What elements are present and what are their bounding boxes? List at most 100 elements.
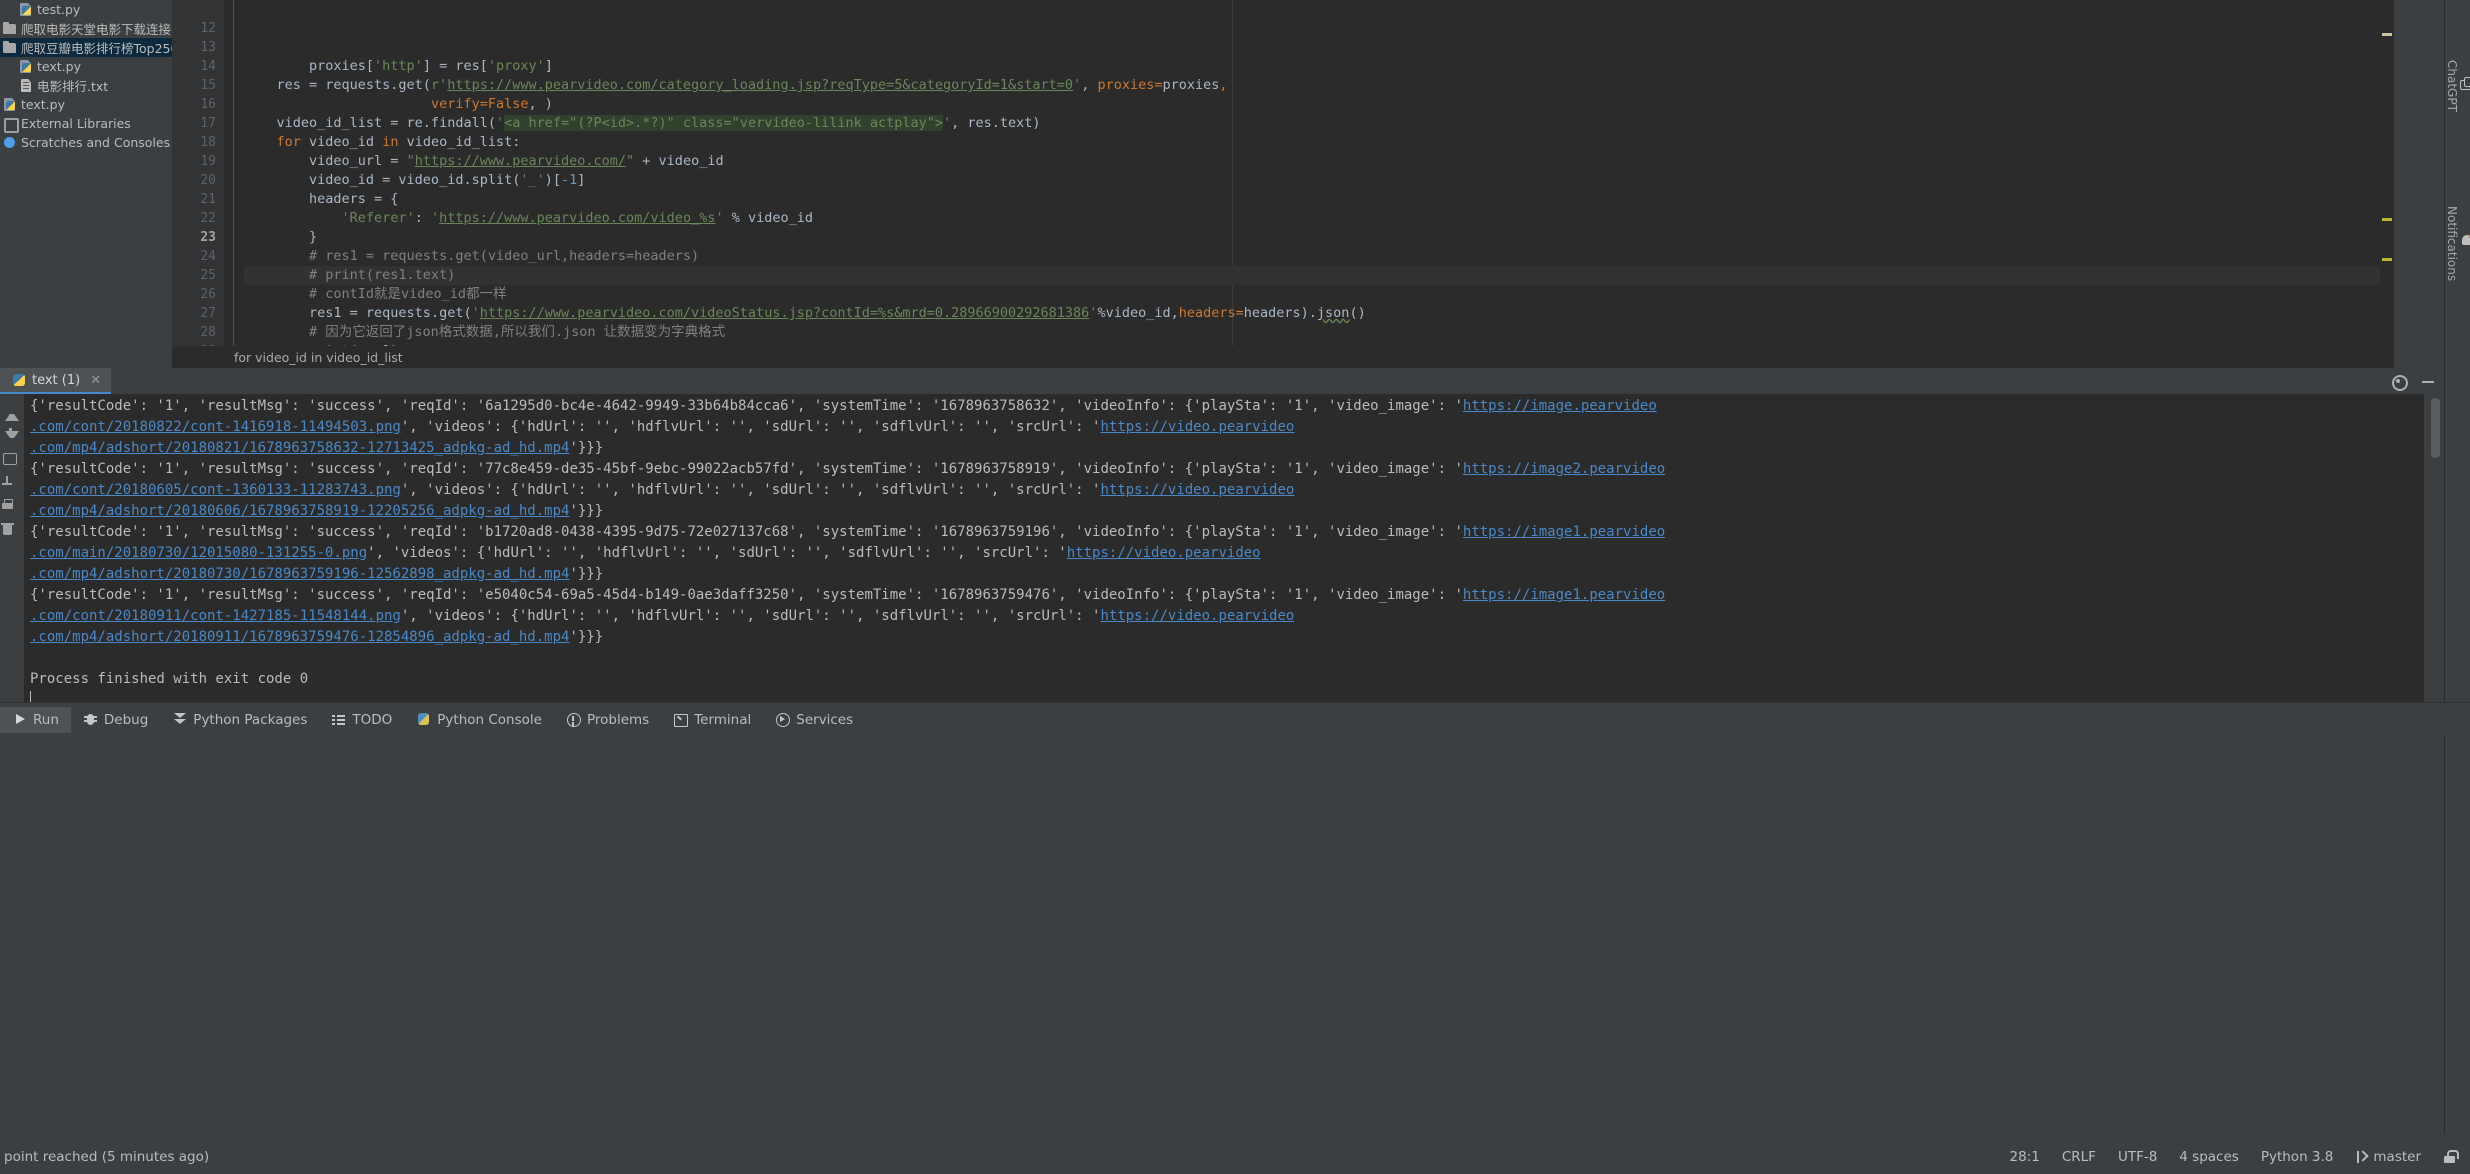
tool-window-chatgpt[interactable]: ChatGPT	[2445, 18, 2470, 148]
tree-item[interactable]: text.py	[0, 95, 172, 114]
code-line[interactable]: 19 headers = {	[172, 133, 2394, 207]
console-scrollbar[interactable]	[2431, 398, 2440, 458]
console-link[interactable]: .com/cont/20180605/cont-1360133-11283743…	[30, 482, 401, 498]
stripe-marker[interactable]	[2382, 33, 2392, 36]
run-tab[interactable]: text (1) ✕	[0, 368, 112, 394]
stripe-marker[interactable]	[2382, 218, 2392, 221]
error-stripe-gutter[interactable]	[2380, 0, 2394, 368]
bottom-tab-problems[interactable]: Problems	[554, 707, 661, 733]
tree-item[interactable]: External Libraries	[0, 114, 172, 133]
console-text: '}}}	[569, 629, 604, 645]
code-line-current[interactable]: 23 # print(res1.text)	[172, 209, 2394, 285]
run-tool-window[interactable]: text (1) ✕ {'resultCode': '1', 'resultMs…	[0, 368, 2444, 702]
stripe-marker[interactable]	[2382, 258, 2392, 261]
right-tool-strip[interactable]: ChatGPT Notifications	[2444, 0, 2470, 1134]
python-interpreter[interactable]: Python 3.8	[2261, 1149, 2334, 1165]
tree-item-label: External Libraries	[21, 116, 131, 131]
tree-item[interactable]: test.py	[0, 0, 172, 19]
console-link[interactable]: https://image2.pearvideo	[1463, 461, 1665, 477]
code-line[interactable]: 15 video_id_list = re.findall('<a href="…	[172, 57, 2394, 131]
console-link[interactable]: https://image1.pearvideo	[1463, 524, 1665, 540]
console-caret-line[interactable]	[30, 690, 2424, 702]
code-line[interactable]: 22 # res1 = requests.get(video_url,heade…	[172, 190, 2394, 264]
code-line[interactable]: 24 # contId就是video_id都一样	[172, 228, 2394, 302]
run-header-actions[interactable]	[2390, 368, 2436, 394]
tree-item[interactable]: text.py	[0, 57, 172, 76]
line-separator[interactable]: CRLF	[2062, 1149, 2096, 1165]
console-link[interactable]: .com/mp4/adshort/20180911/1678963759476-…	[30, 629, 569, 645]
bottom-tab-debug[interactable]: Debug	[71, 707, 160, 733]
run-panel-sidebar[interactable]	[0, 394, 24, 702]
lock-icon[interactable]	[2443, 1150, 2459, 1164]
scratch-icon	[2, 135, 17, 150]
console-text: Process finished with exit code 0	[30, 671, 309, 687]
print-icon[interactable]	[0, 498, 24, 522]
caret-position[interactable]: 28:1	[2010, 1149, 2040, 1165]
tree-item[interactable]: Scratches and Consoles	[0, 133, 172, 152]
console-text: ', 'videos': {'hdUrl': '', 'hdflvUrl': '…	[367, 545, 1067, 561]
play-icon	[12, 712, 27, 727]
console-text: ', 'videos': {'hdUrl': '', 'hdflvUrl': '…	[400, 608, 1101, 624]
bottom-tab-label: Services	[796, 711, 854, 728]
console-link[interactable]: .com/mp4/adshort/20180821/1678963758632-…	[30, 440, 569, 456]
tree-item[interactable]: 爬取电影天堂电影下载连接	[0, 19, 172, 38]
console-link[interactable]: .com/mp4/adshort/20180730/1678963759196-…	[30, 566, 569, 582]
scroll-to-end-icon[interactable]	[0, 474, 24, 498]
bottom-tool-bar[interactable]: Run Debug Python Packages TODO Python Consol…	[0, 702, 2470, 736]
bottom-tab-run[interactable]: Run	[0, 706, 71, 733]
bottom-tab-terminal[interactable]: Terminal	[661, 707, 763, 733]
packages-icon	[172, 712, 187, 727]
minimize-icon[interactable]	[2420, 373, 2436, 389]
clear-all-icon[interactable]	[0, 522, 24, 546]
code-line[interactable]: 27 print(res1)	[172, 285, 2394, 359]
console-link[interactable]: https://video.pearvideo	[1067, 545, 1261, 561]
tree-item-label: 爬取豆瓣电影排行榜Top250	[21, 41, 172, 56]
status-bar-right[interactable]: 28:1 CRLF UTF-8 4 spaces Python 3.8 mast…	[2010, 1149, 2470, 1165]
code-line[interactable]: 14 verify=False, )	[172, 38, 2394, 112]
git-branch[interactable]: master	[2355, 1149, 2421, 1165]
code-line[interactable]: 20 'Referer': 'https://www.pearvideo.com…	[172, 152, 2394, 226]
breadcrumb[interactable]: for video_id in video_id_list	[172, 346, 2394, 368]
bottom-tab-python-console[interactable]: Python Console	[404, 707, 554, 733]
services-icon	[775, 712, 791, 727]
console-link[interactable]: .com/cont/20180822/cont-1416918-11494503…	[30, 419, 401, 435]
code-editor[interactable]: 12 proxies['http'] = res['proxy'] 13 res…	[172, 0, 2394, 368]
tree-item[interactable]: 电影排行.txt	[0, 76, 172, 95]
run-panel-header[interactable]: text (1) ✕	[0, 368, 2444, 394]
bottom-tab-label: Python Console	[437, 711, 542, 728]
close-icon[interactable]: ✕	[90, 373, 101, 388]
bottom-tab-services[interactable]: Services	[763, 707, 865, 733]
code-lines[interactable]: 12 proxies['http'] = res['proxy'] 13 res…	[172, 0, 2394, 359]
console-link[interactable]: https://video.pearvideo	[1100, 419, 1294, 435]
code-line[interactable]: 13 res = requests.get(r'https://www.pear…	[172, 19, 2394, 93]
tree-item[interactable]: 爬取豆瓣电影排行榜Top250	[0, 38, 172, 57]
code-line[interactable]: 28	[172, 304, 2394, 340]
console-output[interactable]: {'resultCode': '1', 'resultMsg': 'succes…	[24, 394, 2424, 702]
code-line[interactable]: 18 video_id = video_id.split('_')[-1]	[172, 114, 2394, 188]
code-line[interactable]: 12 proxies['http'] = res['proxy']	[172, 0, 2394, 74]
indent-setting[interactable]: 4 spaces	[2179, 1149, 2239, 1165]
console-text: {'resultCode': '1', 'resultMsg': 'succes…	[30, 398, 1463, 414]
console-link[interactable]: https://image.pearvideo	[1463, 398, 1657, 414]
console-link[interactable]: https://image1.pearvideo	[1463, 587, 1665, 603]
code-line[interactable]: 17 video_url = "https://www.pearvideo.co…	[172, 95, 2394, 169]
console-link[interactable]: .com/mp4/adshort/20180606/1678963758919-…	[30, 503, 569, 519]
scroll-up-icon[interactable]	[0, 402, 24, 426]
bottom-tab-python-packages[interactable]: Python Packages	[160, 707, 319, 733]
console-link[interactable]: https://video.pearvideo	[1100, 608, 1294, 624]
console-link[interactable]: https://video.pearvideo	[1100, 482, 1294, 498]
code-line[interactable]: 25 res1 = requests.get('https://www.pear…	[172, 247, 2394, 321]
bottom-tab-todo[interactable]: TODO	[319, 707, 404, 733]
console-link[interactable]: .com/main/20180730/12015080-131255-0.png	[30, 545, 367, 561]
code-line[interactable]: 29	[172, 323, 2394, 359]
gear-icon[interactable]	[2390, 373, 2408, 391]
tool-window-notifications[interactable]: Notifications	[2445, 158, 2470, 323]
code-line[interactable]: 21 }	[172, 171, 2394, 245]
encoding[interactable]: UTF-8	[2118, 1149, 2157, 1165]
code-line[interactable]: 16 for video_id in video_id_list:	[172, 76, 2394, 150]
code-line[interactable]: 26 # 因为它返回了json格式数据,所以我们.json 让数据变为字典格式	[172, 266, 2394, 340]
tree-item-label: 爬取电影天堂电影下载连接	[21, 22, 172, 37]
soft-wrap-icon[interactable]	[0, 450, 24, 474]
scroll-down-icon[interactable]	[0, 426, 24, 450]
console-link[interactable]: .com/cont/20180911/cont-1427185-11548144…	[30, 608, 401, 624]
